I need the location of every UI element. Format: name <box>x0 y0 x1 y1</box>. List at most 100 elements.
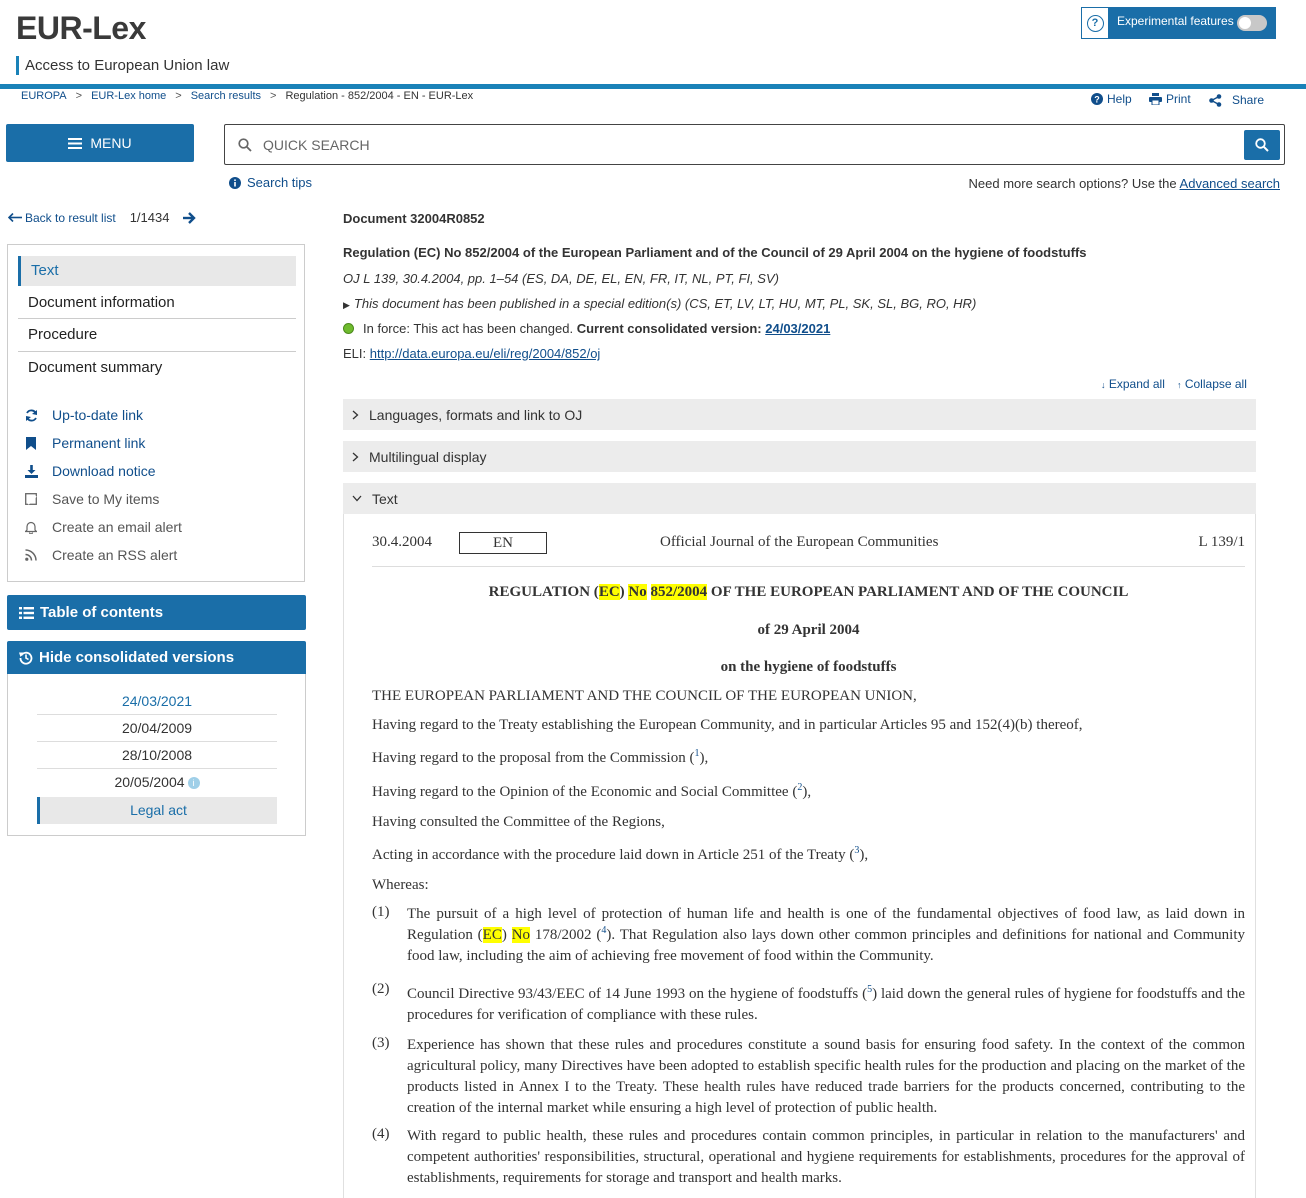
preamble-paragraph: Whereas: <box>372 877 429 893</box>
oj-header: 30.4.2004 EN Official Journal of the Eur… <box>372 532 1245 567</box>
preamble-paragraph: Acting in accordance with the procedure … <box>372 845 869 864</box>
nav-item-text[interactable]: Text <box>18 256 296 286</box>
preamble-paragraph: Having regard to the proposal from the C… <box>372 748 709 767</box>
breadcrumb-current: Regulation - 852/2004 - EN - EUR-Lex <box>285 90 474 102</box>
bookmark-icon <box>26 436 36 450</box>
bell-icon <box>25 521 37 534</box>
help-circle-icon: ? <box>1082 8 1108 38</box>
recital-text: With regard to public health, these rule… <box>407 1128 1245 1186</box>
toggle-switch[interactable] <box>1237 15 1267 31</box>
quick-search-input[interactable] <box>263 134 1163 156</box>
section-text[interactable]: Text <box>343 483 1256 514</box>
help-icon: ? <box>1091 93 1103 105</box>
expand-all-link[interactable]: ↓ Expand all <box>1101 377 1165 391</box>
nav-item-procedure[interactable]: Procedure <box>18 323 296 347</box>
save-to-my-items-link[interactable]: Save to My items <box>23 491 159 507</box>
experimental-label: Experimental features <box>1117 14 1234 28</box>
caret-right-icon: ▶ <box>343 300 350 310</box>
share-link[interactable]: Share <box>1209 93 1264 107</box>
breadcrumb-search-results[interactable]: Search results <box>191 90 261 102</box>
footnote-link: 3 <box>854 845 860 856</box>
menu-button[interactable]: MENU <box>6 124 194 162</box>
create-email-alert-link[interactable]: Create an email alert <box>23 519 182 535</box>
table-of-contents-button[interactable]: Table of contents <box>7 595 306 630</box>
document-title: Regulation (EC) No 852/2004 of the Europ… <box>343 245 1087 260</box>
experimental-features-toggle[interactable]: ? Experimental features <box>1081 7 1276 39</box>
download-notice-link[interactable]: Download notice <box>23 463 156 479</box>
recital-number: (3) <box>372 1035 390 1051</box>
version-item[interactable]: 20/04/2009 <box>37 715 277 742</box>
result-counter: 1/1434 <box>129 210 170 225</box>
create-rss-alert-link[interactable]: Create an RSS alert <box>23 547 177 563</box>
hamburger-icon <box>68 137 83 149</box>
collapse-all-link[interactable]: ↑ Collapse all <box>1177 377 1247 391</box>
info-icon <box>229 176 241 189</box>
oj-name: Official Journal of the European Communi… <box>660 534 939 550</box>
eli-link[interactable]: http://data.europa.eu/eli/reg/2004/852/o… <box>370 346 601 361</box>
regulation-subject: on the hygiene of foodstuffs <box>720 659 897 675</box>
preamble-paragraph: Having regard to the Treaty establishing… <box>372 717 1083 733</box>
chevron-down-icon <box>352 495 362 502</box>
breadcrumb-europa[interactable]: EUROPA <box>21 90 67 102</box>
help-link[interactable]: ? Help <box>1091 92 1132 106</box>
special-edition-toggle[interactable]: ▶ This document has been published in a s… <box>343 296 976 311</box>
save-icon <box>25 493 37 505</box>
consolidated-version-link[interactable]: 24/03/2021 <box>765 321 830 336</box>
preamble-paragraph: Having regard to the Opinion of the Econ… <box>372 782 812 801</box>
version-item[interactable]: 24/03/2021 <box>37 688 277 715</box>
version-legal-act[interactable]: Legal act <box>37 797 277 824</box>
refresh-icon <box>25 409 37 421</box>
double-chevron-down-icon: ↓ <box>1101 380 1106 390</box>
breadcrumb: EUROPA > EUR-Lex home > Search results > Re… <box>21 90 474 102</box>
status-dot-icon <box>343 323 354 334</box>
print-link[interactable]: Print <box>1149 92 1191 106</box>
back-navigation: Back to result list 1/1434 <box>8 210 197 225</box>
nav-item-document-summary[interactable]: Document summary <box>18 356 296 380</box>
section-multilingual-display[interactable]: Multilingual display <box>343 441 1256 472</box>
advanced-search-hint: Need more search options? Use the Advanc… <box>968 176 1280 191</box>
recital-text: Experience has shown that these rules an… <box>407 1037 1245 1116</box>
search-tips-link[interactable]: Search tips <box>229 175 312 190</box>
back-to-result-list-link[interactable]: Back to result list <box>8 211 116 225</box>
recital-text: The pursuit of a high level of protectio… <box>407 906 1246 964</box>
footnote-link: 2 <box>797 782 803 793</box>
history-icon <box>19 651 33 665</box>
recital-number: (4) <box>372 1126 390 1142</box>
version-item[interactable]: 28/10/2008 <box>37 742 277 769</box>
footnote-link: 5 <box>867 984 873 995</box>
chevron-right-icon <box>352 452 359 461</box>
recital-number: (1) <box>372 904 390 920</box>
search-button[interactable] <box>1244 130 1280 160</box>
oj-reference: OJ L 139, 30.4.2004, pp. 1–54 (ES, DA, D… <box>343 271 779 286</box>
arrow-left-icon <box>8 213 22 222</box>
footnote-link: 4 <box>601 925 607 936</box>
list-icon <box>19 606 34 619</box>
document-id: Document 32004R0852 <box>343 211 485 226</box>
hide-consolidated-versions-button[interactable]: Hide consolidated versions <box>7 641 306 674</box>
printer-icon <box>1149 93 1162 105</box>
advanced-search-link[interactable]: Advanced search <box>1180 176 1280 191</box>
footnote-link: 1 <box>694 748 700 759</box>
regulation-heading: REGULATION (EC) No 852/2004 OF THE EUROP… <box>488 584 1129 600</box>
oj-page-ref: L 139/1 <box>1198 534 1245 550</box>
language-box: EN <box>459 532 547 554</box>
in-force-status: In force: This act has been changed. Cur… <box>343 321 830 336</box>
download-icon <box>24 464 38 478</box>
arrow-right-icon[interactable] <box>183 211 197 224</box>
breadcrumb-home[interactable]: EUR-Lex home <box>91 90 166 102</box>
preamble-paragraph: THE EUROPEAN PARLIAMENT AND THE COUNCIL … <box>372 688 917 704</box>
header-divider <box>0 84 1306 89</box>
version-item[interactable]: 20/05/2004 i <box>37 769 277 796</box>
section-languages-formats[interactable]: Languages, formats and link to OJ <box>343 399 1256 430</box>
info-icon: i <box>187 777 200 790</box>
permanent-link[interactable]: Permanent link <box>23 435 145 451</box>
search-icon <box>1255 138 1269 152</box>
preamble-paragraph: Having consulted the Committee of the Re… <box>372 814 665 830</box>
recital-number: (2) <box>372 981 390 997</box>
nav-item-document-information[interactable]: Document information <box>18 291 296 315</box>
site-tagline: Access to European Union law <box>16 56 229 75</box>
eurlex-logo[interactable]: EUR-Lex <box>16 10 146 47</box>
consolidated-versions-list: 24/03/2021 20/04/2009 28/10/2008 20/05/2… <box>7 674 306 836</box>
up-to-date-link[interactable]: Up-to-date link <box>23 407 143 423</box>
recital-text: Council Directive 93/43/EEC of 14 June 1… <box>407 984 1245 1024</box>
